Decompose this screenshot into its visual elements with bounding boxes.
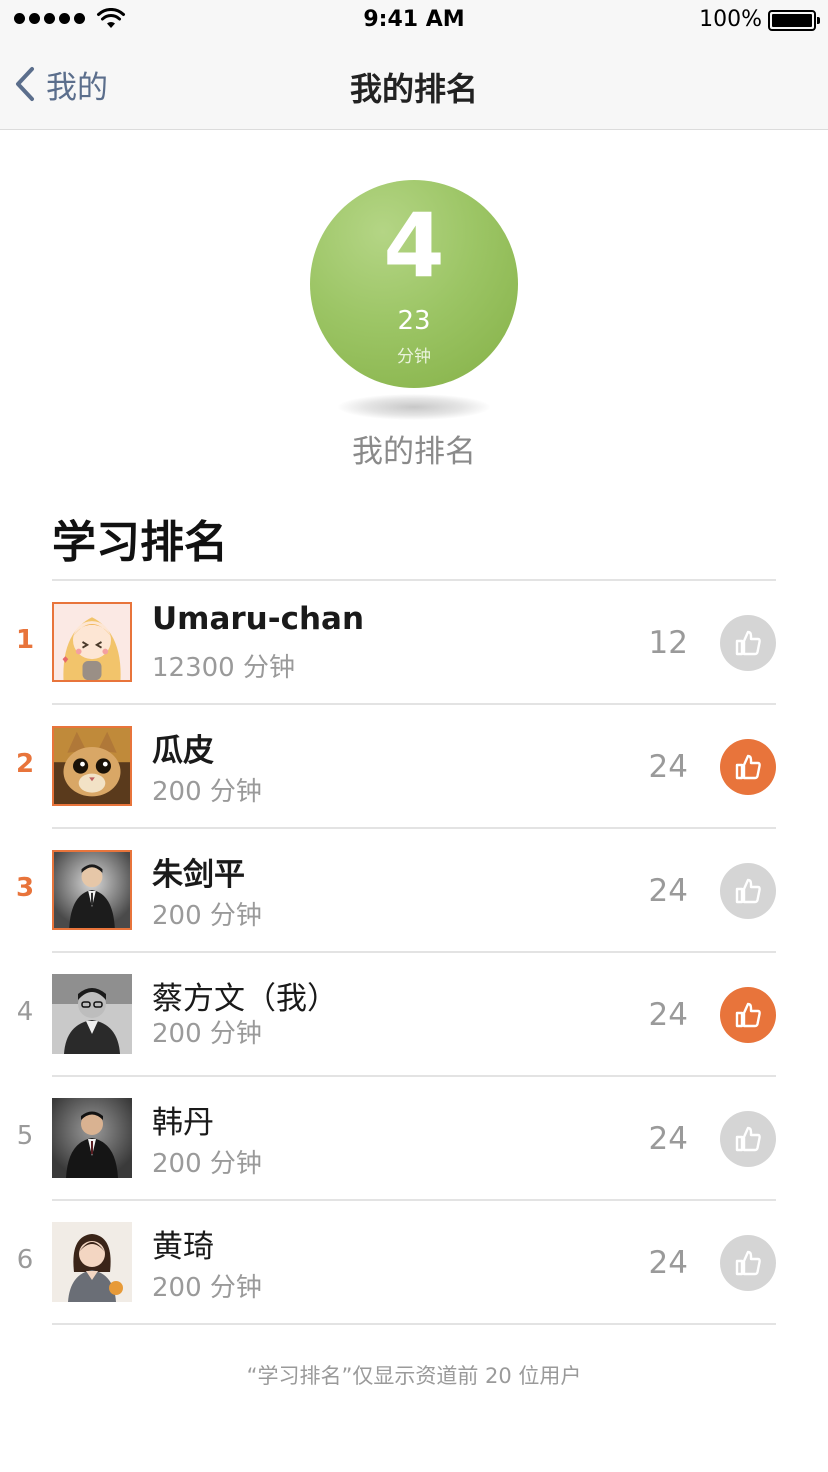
anime-girl-avatar	[52, 602, 132, 682]
my-rank-caption: 我的排名	[352, 434, 476, 470]
like-button[interactable]	[720, 1235, 776, 1291]
like-button[interactable]	[720, 1111, 776, 1167]
my-rank-number: 4	[383, 194, 445, 297]
study-minutes: 200 分钟	[152, 1019, 262, 1049]
user-name: 蔡方文（我）	[152, 981, 338, 1017]
study-minutes: 200 分钟	[152, 1149, 262, 1179]
man-with-glasses-avatar	[52, 974, 132, 1054]
list-item[interactable]: 2 瓜皮 200 分钟 24	[0, 705, 828, 829]
rank-number: 2	[15, 749, 35, 779]
thumbs-up-icon	[735, 1002, 761, 1028]
man-in-suit-avatar	[52, 1098, 132, 1178]
ranking-list: 1 Umaru-chan 12300 分钟 12 2 瓜皮 200 分钟 24 …	[0, 581, 828, 1325]
thumbs-up-icon	[735, 630, 761, 656]
list-item[interactable]: 3 朱剑平 200 分钟 24	[0, 829, 828, 953]
my-rank-badge: 4 23 分钟	[310, 180, 518, 388]
thumbs-up-icon	[735, 1250, 761, 1276]
like-count: 24	[648, 1245, 688, 1281]
like-button[interactable]	[720, 739, 776, 795]
user-name: 黄琦	[152, 1229, 214, 1265]
list-item[interactable]: 4 蔡方文（我） 200 分钟 24	[0, 953, 828, 1077]
my-rank-minutes: 23	[397, 306, 431, 336]
rank-number: 3	[15, 873, 35, 903]
badge-shadow	[338, 394, 490, 420]
study-minutes: 200 分钟	[152, 901, 262, 931]
battery-icon	[768, 10, 820, 31]
woman-avatar	[52, 1222, 132, 1302]
like-count: 24	[648, 749, 688, 785]
battery-percent: 100%	[699, 7, 762, 32]
like-count: 24	[648, 873, 688, 909]
like-button[interactable]	[720, 863, 776, 919]
study-minutes: 12300 分钟	[152, 653, 295, 683]
nav-bar: 我的 我的排名	[0, 40, 828, 130]
footer-note: “学习排名”仅显示资道前 20 位用户	[246, 1364, 582, 1388]
cat-avatar	[52, 726, 132, 806]
list-item[interactable]: 1 Umaru-chan 12300 分钟 12	[0, 581, 828, 705]
rank-number: 1	[15, 625, 35, 655]
like-count: 12	[648, 625, 688, 661]
my-rank-unit: 分钟	[397, 347, 431, 367]
thumbs-up-icon	[735, 878, 761, 904]
list-item[interactable]: 5 韩丹 200 分钟 24	[0, 1077, 828, 1201]
page-title: 我的排名	[349, 70, 478, 108]
user-name: 瓜皮	[152, 733, 214, 769]
rank-number: 4	[16, 997, 34, 1027]
thumbs-up-icon	[735, 1126, 761, 1152]
user-name: 朱剑平	[152, 857, 245, 893]
user-name: 韩丹	[152, 1105, 214, 1141]
rank-number: 6	[16, 1245, 34, 1275]
section-title: 学习排名	[52, 517, 228, 568]
rank-number: 5	[16, 1121, 34, 1151]
thumbs-up-icon	[735, 754, 761, 780]
like-button[interactable]	[720, 987, 776, 1043]
man-in-suit-avatar	[52, 850, 132, 930]
study-minutes: 200 分钟	[152, 1273, 262, 1303]
list-item[interactable]: 6 黄琦 200 分钟 24	[0, 1201, 828, 1325]
study-minutes: 200 分钟	[152, 777, 262, 807]
like-button[interactable]	[720, 615, 776, 671]
like-count: 24	[648, 997, 688, 1033]
like-count: 24	[648, 1121, 688, 1157]
user-name: Umaru-chan	[152, 601, 365, 637]
status-bar: 9:41 AM 100%	[0, 0, 828, 40]
